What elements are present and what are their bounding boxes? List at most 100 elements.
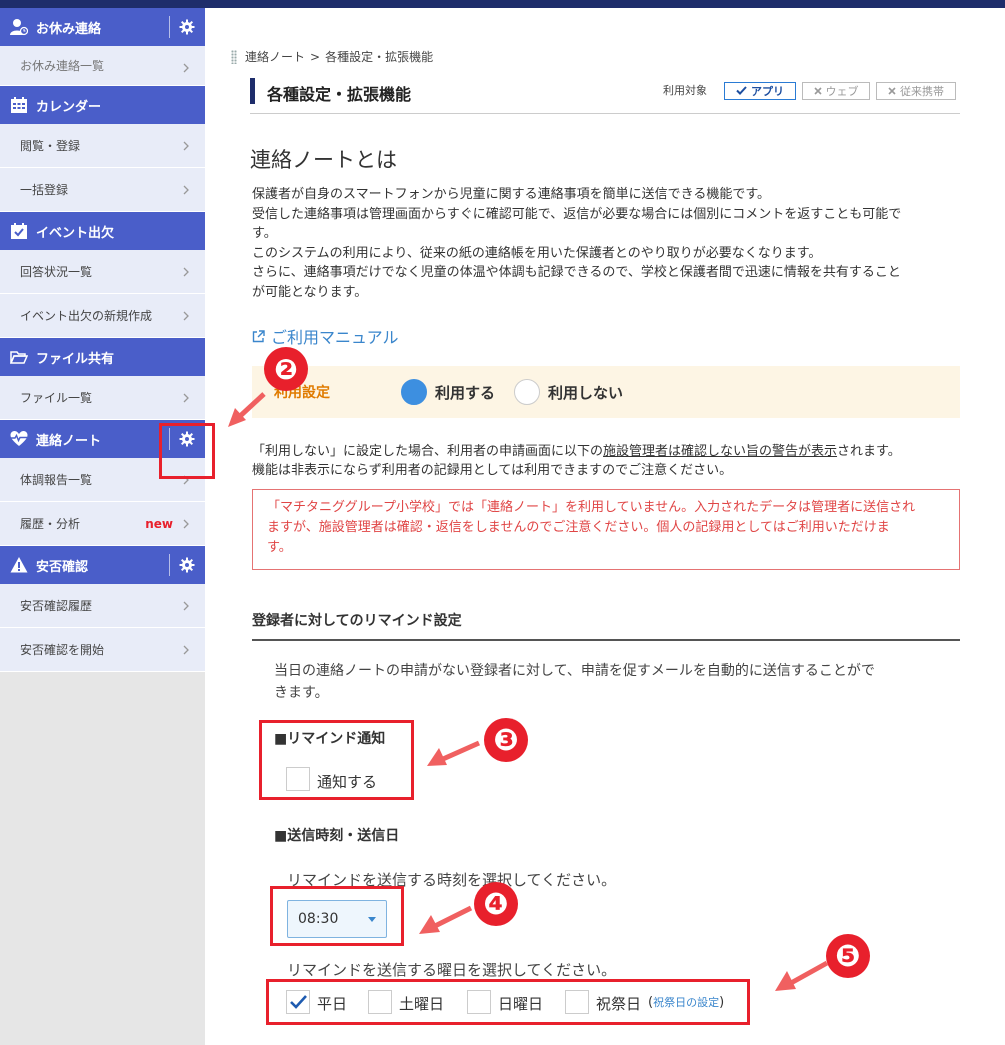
warning-line: す。 xyxy=(267,540,292,555)
about-line: このシステムの利用により、従来の紙の連絡帳を用いた保護者とのやり取りが必要なくな… xyxy=(252,245,822,261)
sidebar-item-label: 履歴・分析 xyxy=(20,517,81,531)
usage-radio-disable[interactable] xyxy=(514,379,540,405)
calendar-icon xyxy=(10,96,28,114)
external-link-icon xyxy=(252,329,265,343)
chevron-right-icon xyxy=(183,184,189,198)
sidebar-item-history-analysis[interactable]: 履歴・分析 new xyxy=(0,502,205,546)
sidebar-section-safety[interactable]: 安否確認 xyxy=(0,546,205,584)
sidebar-item-event-new[interactable]: イベント出欠の新規作成 xyxy=(0,294,205,338)
breadcrumb-separator: > xyxy=(310,49,321,64)
sidebar-section-title: イベント出欠 xyxy=(36,225,115,241)
chevron-right-icon xyxy=(183,600,189,614)
remind-description: 当日の連絡ノートの申請がない登録者に対して、申請を促すメールを自動的に送信するこ… xyxy=(274,660,964,704)
warning-line: 「マチタニググループ小学校」では「連絡ノート」を利用していません。入力されたデー… xyxy=(267,500,916,515)
arrow-icon xyxy=(419,905,473,934)
day-prompt: リマインドを送信する曜日を選択してください。 xyxy=(287,961,617,979)
chevron-right-icon xyxy=(183,392,189,406)
sidebar-item-label: 安否確認履歴 xyxy=(20,599,93,613)
highlight-remind-notify xyxy=(259,720,414,800)
sidebar-section-file[interactable]: ファイル共有 xyxy=(0,338,205,376)
sidebar-item-label: 閲覧・登録 xyxy=(20,139,81,153)
chevron-right-icon xyxy=(183,644,189,658)
arrow-icon xyxy=(228,392,266,427)
about-description: 保護者が自身のスマートフォンから児童に関する連絡事項を簡単に送信できる機能です。… xyxy=(252,185,967,302)
sidebar-item-file-list[interactable]: ファイル一覧 xyxy=(0,376,205,420)
sidebar-item-label: 一括登録 xyxy=(20,183,69,197)
target-label: 利用対象 xyxy=(663,84,707,97)
sidebar-item-safety-history[interactable]: 安否確認履歴 xyxy=(0,584,205,628)
top-bar xyxy=(0,0,1005,8)
about-line: が可能となります。 xyxy=(252,284,368,300)
breadcrumb: 連絡ノート > 各種設定・拡張機能 xyxy=(231,48,433,65)
note-line-2: 機能は非表示にならず利用者の記録用としては利用できますのでご注意ください。 xyxy=(252,463,733,478)
sidebar-item-label: イベント出欠の新規作成 xyxy=(20,309,153,323)
step-marker-5: ❺ xyxy=(826,934,870,978)
sidebar: お休み連絡 お休み連絡一覧 カレンダー 閲覧・登録 一括登録 イベント出欠 回答… xyxy=(0,8,205,1045)
sidebar-section-title: 連絡ノート xyxy=(36,433,102,449)
calendar-check-icon xyxy=(10,222,28,240)
remind-desc-line: 当日の連絡ノートの申請がない登録者に対して、申請を促すメールを自動的に送信するこ… xyxy=(274,663,875,679)
about-line: 受信した連絡事項は管理画面からすぐに確認可能で、返信が必要な場合には個別にコメン… xyxy=(252,206,902,222)
manual-link-label: ご利用マニュアル xyxy=(271,328,399,347)
manual-link[interactable]: ご利用マニュアル xyxy=(252,324,399,348)
page-title-row: 各種設定・拡張機能 利用対象 アプリ ウェブ 従来携帯 xyxy=(250,78,960,114)
usage-radio-enable-label[interactable]: 利用する xyxy=(435,382,495,403)
target-tag-label: アプリ xyxy=(751,85,784,98)
usage-note: 「利用しない」に設定した場合、利用者の申請画面に以下の施設管理者は確認しない旨の… xyxy=(252,442,972,480)
breadcrumb-parent[interactable]: 連絡ノート xyxy=(245,48,305,65)
sidebar-item-label: 回答状況一覧 xyxy=(20,265,93,279)
highlight-day-checkboxes xyxy=(266,979,750,1025)
about-line: す。 xyxy=(252,226,277,241)
sidebar-item-absence-list[interactable]: お休み連絡一覧 xyxy=(0,46,205,86)
sidebar-section-event[interactable]: イベント出欠 xyxy=(0,212,205,250)
new-badge: new xyxy=(145,517,173,531)
note-underlined-text: 施設管理者は確認しない旨の警告が表示 xyxy=(603,444,838,459)
gear-icon[interactable] xyxy=(169,8,205,46)
chevron-right-icon xyxy=(183,140,189,154)
page-title: 各種設定・拡張機能 xyxy=(267,85,412,104)
sidebar-item-event-status[interactable]: 回答状況一覧 xyxy=(0,250,205,294)
note-text: されます。 xyxy=(837,444,901,459)
sidebar-item-label: 安否確認を開始 xyxy=(20,643,105,657)
chevron-right-icon xyxy=(183,518,189,532)
about-line: 保護者が自身のスマートフォンから児童に関する連絡事項を簡単に送信できる機能です。 xyxy=(252,187,771,202)
step-marker-2: ❷ xyxy=(264,347,308,391)
arrow-icon xyxy=(775,960,829,991)
gear-icon[interactable] xyxy=(169,546,205,584)
warning-box: 「マチタニググループ小学校」では「連絡ノート」を利用していません。入力されたデー… xyxy=(252,489,960,570)
target-tag-label: 従来携帯 xyxy=(900,85,944,98)
usage-radio-enable[interactable] xyxy=(401,379,427,405)
title-accent-bar xyxy=(250,78,255,104)
remind-section-title: 登録者に対してのリマインド設定 xyxy=(252,613,462,629)
step-marker-3: ❸ xyxy=(484,718,528,762)
usage-setting: 利用設定 利用する 利用しない xyxy=(252,366,960,418)
remind-desc-line: きます。 xyxy=(274,685,329,701)
usage-radio-disable-label[interactable]: 利用しない xyxy=(548,382,623,403)
chevron-right-icon xyxy=(183,266,189,280)
note-line-1: 「利用しない」に設定した場合、利用者の申請画面に以下の施設管理者は確認しない旨の… xyxy=(252,442,972,461)
send-time-heading: ■送信時刻・送信日 xyxy=(274,828,400,844)
target-tag-app: アプリ xyxy=(724,82,796,100)
sidebar-section-title: ファイル共有 xyxy=(36,351,115,367)
grip-icon xyxy=(231,49,237,64)
warning-line: ますが、施設管理者は確認・返信をしませんのでご注意ください。個人の記録用としては… xyxy=(267,520,890,535)
target-tag-feature-phone: 従来携帯 xyxy=(876,82,956,100)
sidebar-section-calendar[interactable]: カレンダー xyxy=(0,86,205,124)
sidebar-section-absence[interactable]: お休み連絡 xyxy=(0,8,205,46)
heartbeat-icon xyxy=(10,430,28,448)
target-tag-label: ウェブ xyxy=(825,85,859,98)
warning-icon xyxy=(10,556,28,574)
sidebar-section-title: カレンダー xyxy=(36,99,102,115)
sidebar-item-safety-start[interactable]: 安否確認を開始 xyxy=(0,628,205,672)
note-text: 「利用しない」に設定した場合、利用者の申請画面に以下の xyxy=(252,444,604,459)
target-tag-web: ウェブ xyxy=(802,82,870,100)
user-clock-icon xyxy=(10,18,28,36)
step-marker-4: ❹ xyxy=(474,882,518,926)
sidebar-item-calendar-bulk[interactable]: 一括登録 xyxy=(0,168,205,212)
folder-open-icon xyxy=(10,348,28,366)
about-line: さらに、連絡事項だけでなく児童の体温や体調も記録できるので、学校と保護者間で迅速… xyxy=(252,265,901,280)
arrow-icon xyxy=(427,740,481,766)
sidebar-item-calendar-view[interactable]: 閲覧・登録 xyxy=(0,124,205,168)
x-icon xyxy=(813,85,822,98)
check-icon xyxy=(736,85,747,98)
